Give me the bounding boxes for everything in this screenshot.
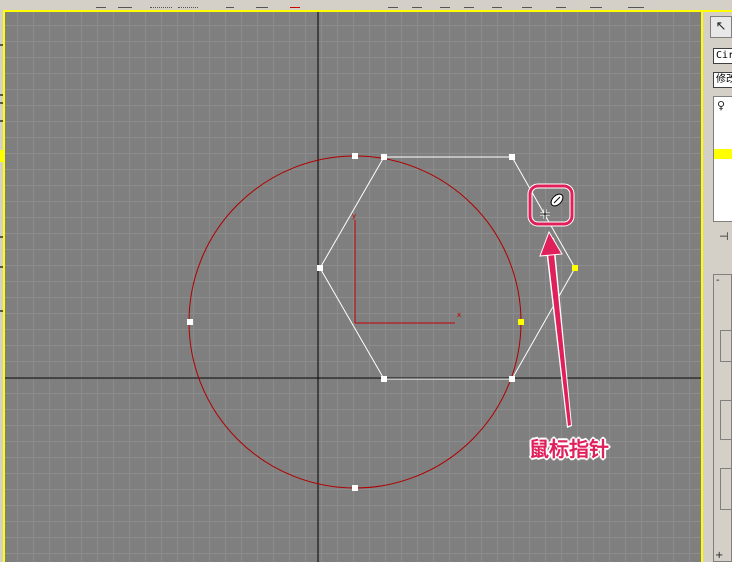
callout-box-outline — [527, 183, 575, 227]
hexagon-vertex[interactable] — [381, 376, 387, 382]
hexagon-shape[interactable] — [319, 156, 576, 380]
callout-box — [528, 184, 574, 226]
toolbar-tool-icon[interactable] — [590, 1, 602, 8]
toolbar-tool-icon[interactable] — [96, 1, 106, 8]
arrow-cursor-icon: ↖ — [715, 19, 727, 34]
toolbar-tool-icon[interactable] — [226, 1, 234, 8]
callout-arrow-shaft — [547, 244, 571, 426]
callout-arrow-head — [539, 230, 563, 257]
mouse-pointer-icon — [540, 193, 564, 219]
main-toolbar — [0, 0, 732, 11]
collapse-rollout-button[interactable]: - — [716, 275, 720, 286]
hexagon-vertex[interactable] — [381, 154, 387, 160]
toolbar-tool-icon[interactable] — [464, 1, 474, 8]
toolbar-tool-icon[interactable] — [290, 1, 300, 8]
select-tool-button[interactable]: ↖ — [710, 16, 732, 38]
hexagon-vertex[interactable] — [317, 265, 323, 271]
light-bulb-icon[interactable]: ♀ — [717, 99, 725, 112]
toolbar-tool-icon[interactable] — [256, 1, 268, 8]
command-panel: ↖ Cir 修改 ♀ ⊣ - + — [705, 12, 732, 562]
circle-vertex[interactable] — [187, 319, 193, 325]
modifier-stack[interactable]: ♀ — [713, 96, 732, 222]
toolbar-tool-icon[interactable] — [522, 1, 532, 8]
pin-stack-icon[interactable]: ⊣ — [719, 230, 729, 243]
toolbar-tool-icon[interactable] — [556, 1, 566, 8]
circle-vertex[interactable] — [352, 153, 358, 159]
toolbar-tool-icon[interactable] — [150, 1, 172, 8]
object-name-field[interactable]: Cir — [713, 48, 732, 64]
circle-vertex-selected[interactable] — [518, 319, 524, 325]
callout-label: 鼠标指针 — [529, 437, 609, 461]
panel-selection-highlight — [714, 149, 732, 159]
rollout-group — [720, 330, 732, 362]
toolbar-tool-icon[interactable] — [178, 1, 198, 8]
toolbar-tool-icon[interactable] — [388, 1, 398, 8]
top-viewport[interactable]: x y — [5, 12, 703, 562]
rollout-group — [720, 468, 732, 510]
hexagon-vertex[interactable] — [509, 376, 515, 382]
modifier-list-dropdown[interactable]: 修改 — [713, 72, 732, 88]
gizmo-y-label: y — [352, 212, 356, 220]
toolbar-tool-icon[interactable] — [412, 1, 422, 8]
gizmo-x-label: x — [457, 311, 461, 319]
hexagon-vertex-selected[interactable] — [572, 265, 578, 271]
expand-rollout-button[interactable]: + — [715, 550, 723, 561]
toolbar-tool-icon[interactable] — [118, 1, 132, 8]
toolbar-tool-icon[interactable] — [440, 1, 450, 8]
toolbar-tool-icon[interactable] — [492, 1, 502, 8]
viewport-canvas[interactable]: x y — [5, 12, 703, 562]
rollout-group — [720, 400, 732, 440]
text-tool-icon[interactable] — [628, 1, 644, 8]
circle-vertex[interactable] — [352, 485, 358, 491]
hexagon-vertex[interactable] — [509, 154, 515, 160]
